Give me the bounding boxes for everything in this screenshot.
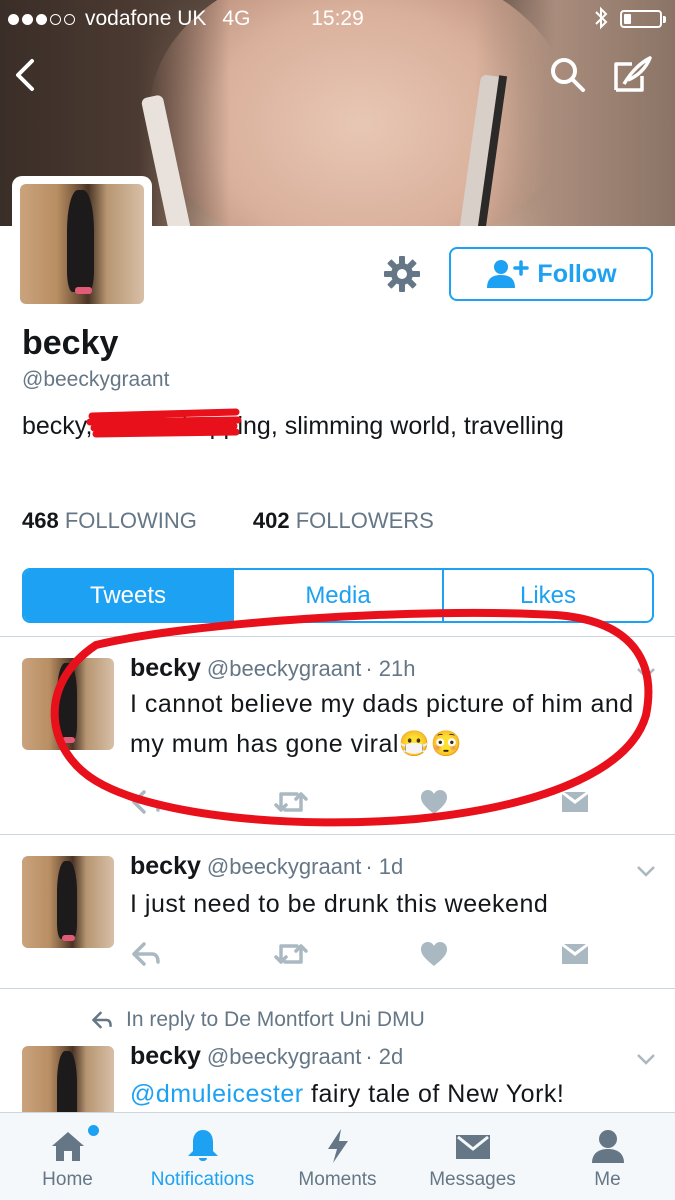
search-icon[interactable]: [550, 57, 586, 93]
envelope-icon: [455, 1135, 490, 1159]
tweet-avatar[interactable]: [22, 658, 114, 750]
following-stat[interactable]: 468 FOLLOWING: [22, 508, 197, 534]
tab-tweets[interactable]: Tweets: [24, 570, 234, 621]
compose-tweet-icon[interactable]: [612, 54, 654, 94]
profile-name: becky: [22, 324, 119, 362]
divider: [0, 636, 675, 637]
person-icon: [591, 1130, 624, 1163]
retweet-icon[interactable]: [273, 788, 309, 816]
bell-icon: [187, 1130, 218, 1161]
tweet-avatar[interactable]: [22, 856, 114, 948]
profile-handle: @beeckygraant: [22, 368, 170, 391]
direct-message-icon[interactable]: [560, 788, 590, 816]
chevron-down-icon[interactable]: [636, 864, 656, 878]
tab-media[interactable]: Media: [234, 570, 444, 621]
tab-messages[interactable]: Messages: [405, 1113, 540, 1200]
profile-avatar[interactable]: [12, 176, 152, 312]
like-heart-icon[interactable]: [419, 788, 449, 816]
follow-label: Follow: [537, 259, 617, 288]
clock: 15:29: [311, 7, 364, 30]
battery-icon: [620, 10, 666, 28]
reply-context[interactable]: In reply to De Montfort Uni DMU: [90, 1008, 425, 1032]
reply-arrow-icon: [92, 1011, 112, 1029]
bluetooth-icon: [593, 6, 609, 36]
reply-icon[interactable]: [130, 940, 162, 968]
back-button[interactable]: [8, 55, 42, 95]
tweet-text: @dmuleicester fairy tale of New York!: [130, 1080, 565, 1108]
divider: [0, 834, 675, 835]
follow-button[interactable]: Follow: [449, 247, 653, 301]
tab-me[interactable]: Me: [540, 1113, 675, 1200]
reply-icon[interactable]: [130, 788, 162, 816]
tab-home[interactable]: Home: [0, 1113, 135, 1200]
chevron-down-icon[interactable]: [636, 1052, 656, 1066]
tweet-text: I just need to be drunk this weekend: [130, 890, 549, 918]
retweet-icon[interactable]: [273, 940, 309, 968]
direct-message-icon[interactable]: [560, 940, 590, 968]
tab-moments[interactable]: Moments: [270, 1113, 405, 1200]
profile-tabs: Tweets Media Likes: [22, 568, 654, 623]
redaction-scribble: [86, 408, 242, 438]
settings-gear-icon[interactable]: [382, 254, 422, 294]
chevron-down-icon[interactable]: [636, 666, 656, 680]
like-heart-icon[interactable]: [419, 940, 449, 968]
mention-link[interactable]: @dmuleicester: [130, 1080, 304, 1108]
lightning-icon: [327, 1129, 348, 1163]
add-person-icon: [487, 260, 530, 288]
profile-stats: 468 FOLLOWING 402 FOLLOWERS: [22, 508, 434, 534]
notification-dot: [88, 1125, 99, 1136]
tab-likes[interactable]: Likes: [444, 570, 652, 621]
divider: [0, 988, 675, 989]
followers-stat[interactable]: 402 FOLLOWERS: [253, 508, 434, 534]
home-icon: [51, 1132, 84, 1161]
tweet-text: I cannot believe my dads picture of him …: [130, 690, 634, 758]
tab-notifications[interactable]: Notifications: [135, 1113, 270, 1200]
status-bar: vodafone UK 4G 15:29: [0, 0, 675, 40]
bottom-tab-bar: Home Notifications Moments Messages Me: [0, 1112, 675, 1200]
